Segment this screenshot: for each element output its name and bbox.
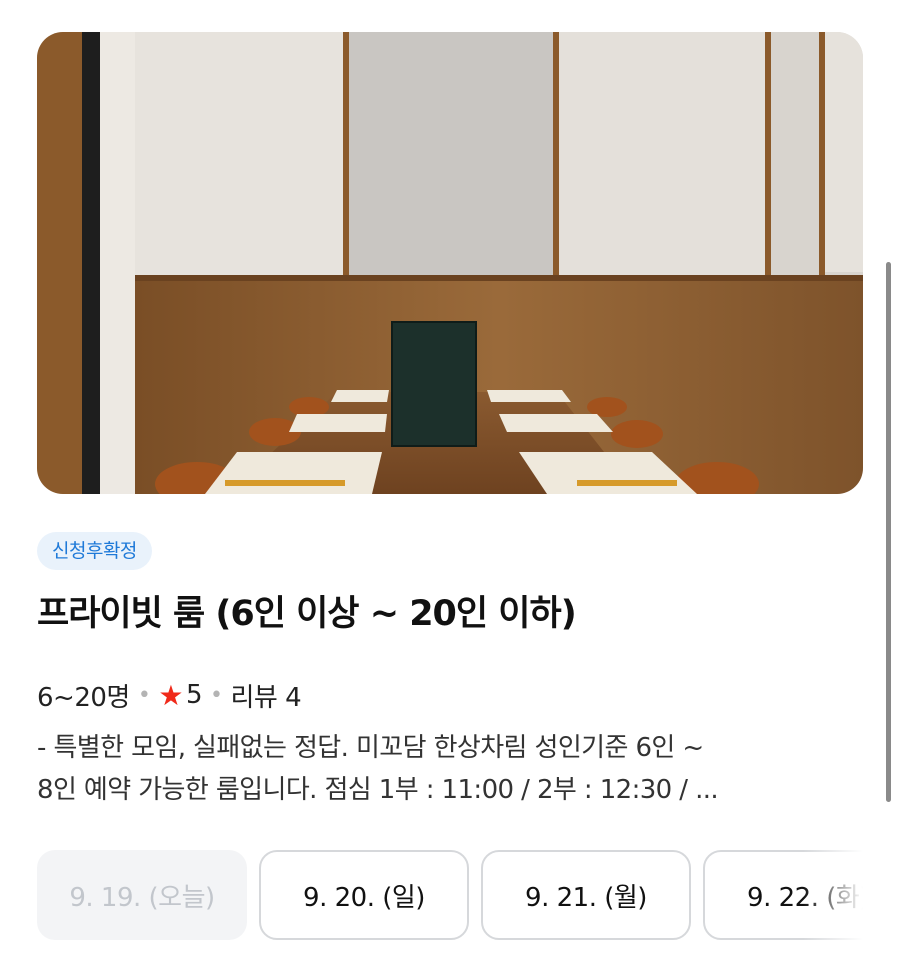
date-chip[interactable]: 9. 20. (일)	[259, 850, 469, 940]
date-chip[interactable]: 9. 21. (월)	[481, 850, 691, 940]
room-meta: 6~20명 • ★ 5 • 리뷰 4	[37, 673, 302, 717]
date-chip-label: 9. 19. (오늘)	[69, 882, 215, 913]
room-title: 프라이빗 룸 (6인 이상 ~ 20인 이하)	[37, 594, 577, 634]
room-photo-image	[37, 32, 863, 494]
capacity-label: 6~20명	[37, 682, 130, 713]
page-scrollbar[interactable]	[886, 262, 891, 802]
description-line: - 특별한 모임, 실패없는 정답. 미꼬담 한상차림 성인기준 6인 ~	[37, 733, 704, 763]
separator-dot: •	[209, 682, 223, 708]
room-description: - 특별한 모임, 실패없는 정답. 미꼬담 한상차림 성인기준 6인 ~ 8인…	[37, 727, 867, 811]
date-chip-today: 9. 19. (오늘)	[37, 850, 247, 940]
date-chip-label: 9. 21. (월)	[525, 882, 647, 913]
date-chip-label: 9. 20. (일)	[303, 882, 425, 913]
reviews-link[interactable]: 리뷰 4	[230, 677, 301, 714]
date-selector: 9. 19. (오늘) 9. 20. (일) 9. 21. (월) 9. 22.…	[37, 849, 863, 943]
separator-dot: •	[137, 682, 151, 708]
star-icon: ★	[158, 678, 183, 712]
status-badge: 신청후확정	[37, 532, 152, 570]
scroll-fade	[803, 849, 863, 943]
room-photo[interactable]	[37, 32, 863, 494]
rating-value: 5	[185, 680, 203, 710]
description-line: 8인 예약 가능한 룸입니다. 점심 1부 : 11:00 / 2부 : 12:…	[37, 775, 719, 805]
